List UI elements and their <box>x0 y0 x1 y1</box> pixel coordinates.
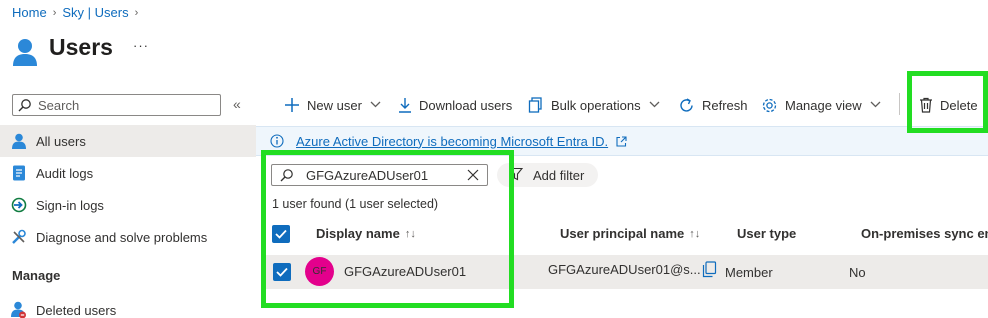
nav-search-placeholder: Search <box>38 97 80 113</box>
refresh-label: Refresh <box>702 97 748 113</box>
refresh-icon <box>678 97 695 114</box>
user-type-value: Member <box>725 265 773 280</box>
external-link-icon[interactable] <box>616 135 627 147</box>
sync-value: No <box>849 265 866 280</box>
chevron-right-icon: › <box>134 6 139 19</box>
download-icon <box>398 97 412 113</box>
add-filter-label: Add filter <box>533 167 585 183</box>
gear-icon <box>761 97 778 114</box>
sidebar-item-sign-in-logs[interactable]: Sign-in logs <box>0 189 256 221</box>
chevron-right-icon: › <box>52 6 57 19</box>
info-icon <box>270 134 284 148</box>
new-user-button[interactable]: New user <box>284 92 381 118</box>
chevron-down-icon <box>370 100 381 111</box>
user-icon <box>13 39 37 66</box>
column-header-sync[interactable]: On-premises sync en. <box>861 226 988 241</box>
user-principal-name: GFGAzureADUser01@s... <box>548 262 701 277</box>
sidebar-item-all-users[interactable]: All users <box>0 125 256 157</box>
sign-in-icon <box>10 196 28 214</box>
copy-icon[interactable] <box>702 261 717 278</box>
new-user-label: New user <box>307 97 362 113</box>
manage-view-button[interactable]: Manage view <box>761 92 881 118</box>
download-users-label: Download users <box>419 97 513 113</box>
sidebar-item-label: Audit logs <box>36 165 94 181</box>
column-header-label: On-premises sync en. <box>861 226 988 241</box>
banner-link[interactable]: Azure Active Directory is becoming Micro… <box>296 134 608 149</box>
sidebar-item-diagnose[interactable]: Diagnose and solve problems <box>0 221 256 253</box>
deleted-users-icon <box>10 301 28 318</box>
search-icon <box>18 99 31 112</box>
bulk-operations-icon <box>528 97 544 113</box>
manage-view-label: Manage view <box>785 97 862 113</box>
collapse-nav-icon[interactable]: « <box>233 96 241 112</box>
sidebar-item-label: All users <box>36 133 86 149</box>
sort-icon[interactable]: ↑↓ <box>689 228 700 240</box>
breadcrumb-home[interactable]: Home <box>12 5 47 20</box>
highlight-box-delete <box>907 71 988 133</box>
download-users-button[interactable]: Download users <box>398 92 512 118</box>
column-header-user-type[interactable]: User type <box>737 226 796 241</box>
breadcrumb-sky-users[interactable]: Sky | Users <box>62 5 128 20</box>
audit-log-icon <box>10 164 28 182</box>
user-icon <box>10 132 28 150</box>
sidebar-item-audit-logs[interactable]: Audit logs <box>0 157 256 189</box>
highlight-box-search-results <box>261 150 514 308</box>
column-header-label: User type <box>737 226 797 241</box>
bulk-operations-button[interactable]: Bulk operations <box>528 92 660 118</box>
bulk-operations-label: Bulk operations <box>551 97 641 113</box>
chevron-down-icon <box>870 100 881 111</box>
refresh-button[interactable]: Refresh <box>678 92 748 118</box>
diagnose-icon <box>10 228 28 246</box>
sidebar-item-label: Sign-in logs <box>36 197 104 213</box>
section-label-manage: Manage <box>12 268 61 283</box>
plus-icon <box>284 97 300 113</box>
breadcrumb: Home › Sky | Users › <box>12 5 138 20</box>
nav-search-input[interactable]: Search <box>12 94 221 116</box>
sidebar-item-label: Deleted users <box>36 302 117 318</box>
toolbar-divider <box>899 93 900 115</box>
sidebar-item-deleted-users[interactable]: Deleted users <box>0 294 256 318</box>
chevron-down-icon <box>649 100 660 111</box>
more-options-icon[interactable]: ··· <box>133 38 149 53</box>
column-header-upn[interactable]: User principal name ↑↓ <box>560 226 700 241</box>
column-header-label: User principal name <box>560 226 685 241</box>
sidebar-item-label: Diagnose and solve problems <box>36 229 208 245</box>
page-title: Users <box>49 34 113 60</box>
